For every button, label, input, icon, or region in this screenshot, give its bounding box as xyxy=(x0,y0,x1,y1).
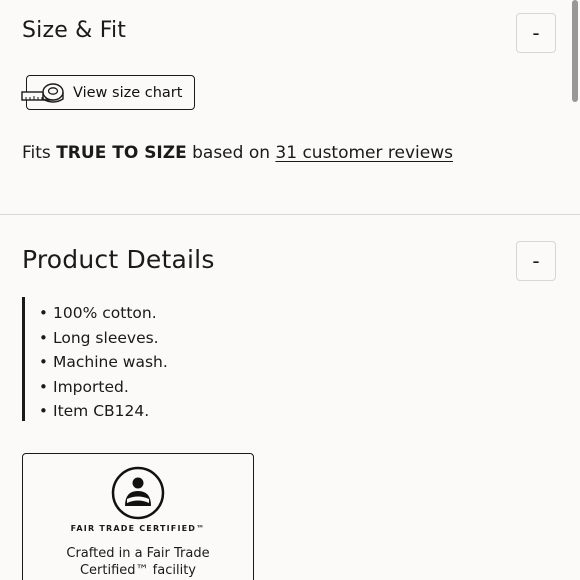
fair-trade-badge-text: FAIR TRADE CERTIFIED™ xyxy=(70,524,206,533)
fit-summary: Fits TRUE TO SIZE based on 31 customer r… xyxy=(22,143,453,163)
product-details-list-container: • 100% cotton. • Long sleeves. • Machine wa… xyxy=(22,297,168,421)
list-item: • Item CB124. xyxy=(39,402,150,420)
list-item: • Machine wash. xyxy=(39,353,168,371)
view-size-chart-button[interactable]: View size chart xyxy=(21,75,195,110)
fit-middle: based on xyxy=(186,143,276,163)
size-fit-heading: Size & Fit xyxy=(22,18,127,43)
product-details-heading: Product Details xyxy=(22,245,215,274)
section-divider xyxy=(0,214,580,215)
fair-trade-certified-logo-icon xyxy=(111,466,165,520)
product-details-collapse-button[interactable]: - xyxy=(516,241,556,281)
list-item: • Imported. xyxy=(39,377,129,396)
view-size-chart-label: View size chart xyxy=(73,84,183,101)
fair-trade-caption: Crafted in a Fair Trade Certified™ facil… xyxy=(66,546,210,578)
list-item: • 100% cotton. xyxy=(39,304,157,322)
scrollbar-thumb[interactable] xyxy=(572,0,578,102)
product-details-list: • 100% cotton. • Long sleeves. • Machine wa… xyxy=(39,297,168,424)
fit-prefix: Fits xyxy=(22,143,57,163)
fit-value: TRUE TO SIZE xyxy=(56,143,187,163)
fair-trade-card: FAIR TRADE CERTIFIED™ Crafted in a Fair … xyxy=(22,453,254,580)
product-info-panel: Size & Fit - View size chart Fits TRUE T… xyxy=(0,0,580,580)
tape-measure-icon xyxy=(21,83,64,103)
list-item: • Long sleeves. xyxy=(39,328,159,347)
size-fit-collapse-button[interactable]: - xyxy=(516,13,556,53)
customer-reviews-link[interactable]: 31 customer reviews xyxy=(275,143,453,163)
